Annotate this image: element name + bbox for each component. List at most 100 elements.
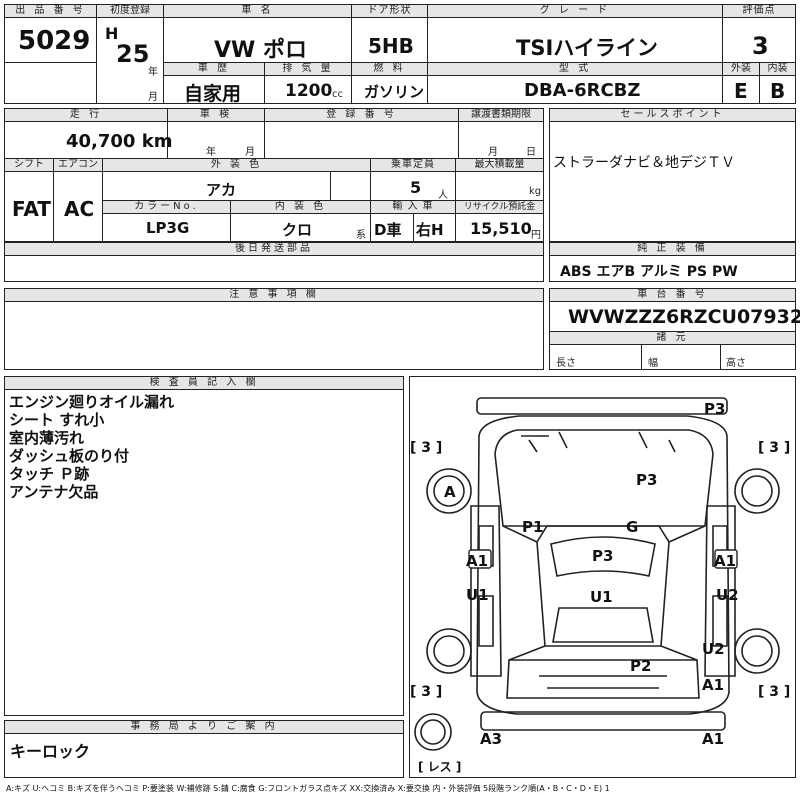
capacity: 5	[410, 178, 422, 197]
fuel-header: 燃 料	[352, 63, 427, 76]
registration-year: 25	[116, 40, 150, 68]
damage-mark: A1	[466, 552, 489, 570]
car-diagram	[414, 397, 780, 751]
interior-color-suffix: 系	[356, 230, 366, 241]
damage-mark: A1	[714, 552, 737, 570]
damage-mark: P3	[636, 471, 658, 489]
spare-tire-status: [ レス ]	[418, 760, 462, 774]
equipment-list: ABS エアB アルミ PS PW	[560, 264, 738, 280]
office-header: 事 務 局 よ り ご 案 内	[5, 721, 403, 734]
inspector-note: タッチ Ｐ跡	[9, 465, 90, 483]
office-note: キーロック	[10, 742, 91, 761]
history-header: 車 歴	[164, 63, 264, 76]
displacement-header: 排 気 量	[265, 63, 351, 76]
lot-number-header: 出 品 番 号	[5, 5, 96, 18]
inspector-note: エンジン廻りオイル漏れ	[9, 393, 175, 411]
inspection-month-unit: 月	[245, 147, 255, 158]
door-header: ドア形状	[352, 5, 427, 18]
tire-tread-front-left: [ 3 ]	[410, 440, 443, 456]
first-registration-header: 初度登録	[97, 5, 163, 18]
displacement: 1200	[285, 81, 333, 101]
car-name: VW ポロ	[214, 38, 307, 63]
damage-mark: A1	[702, 730, 725, 748]
damage-mark: P3	[592, 547, 614, 565]
damage-mark: G	[626, 518, 639, 536]
interior-color: クロ	[282, 221, 313, 239]
transfer-deadline-header: 譲渡書類期限	[459, 109, 543, 122]
recycle-unit: 円	[531, 230, 541, 241]
import-d-car: D車	[374, 221, 402, 239]
grade: TSIハイライン	[516, 36, 658, 60]
interior-grade: B	[770, 79, 786, 103]
height-label: 高さ	[726, 358, 746, 369]
equipment-header: 純 正 装 備	[550, 243, 795, 256]
tire-tread-front-right: [ 3 ]	[758, 440, 791, 456]
interior-color-header: 内 装 色	[231, 201, 370, 214]
ac-header: エアコン	[54, 159, 102, 172]
damage-mark: P2	[630, 657, 652, 675]
recycle-header: リサイクル預託金	[456, 201, 543, 214]
damage-mark: U2	[702, 640, 725, 658]
cabin-outline	[536, 525, 670, 647]
damage-mark: A	[444, 483, 456, 501]
cc-unit: cc	[332, 89, 343, 100]
capacity-unit: 人	[438, 190, 448, 201]
tire-tread-rear-right: [ 3 ]	[758, 684, 791, 700]
sales-point: ストラーダナビ＆地デジＴＶ	[553, 155, 735, 171]
inspection-year-unit: 年	[206, 147, 216, 158]
legend: A:キズ U:ヘコミ B:キズを伴うヘコミ P:要塗装 W:補修跡 S:錆 C:…	[6, 784, 610, 793]
grade-header: グ レ ー ド	[428, 5, 722, 18]
body-outline	[476, 415, 730, 715]
length-label: 長さ	[556, 358, 576, 369]
mileage-header: 走 行	[5, 109, 167, 122]
month-unit: 月	[148, 92, 158, 103]
inspector-note: ダッシュ板のり付	[9, 447, 130, 465]
details-table	[4, 108, 544, 242]
recycle-deposit: 15,510	[470, 219, 532, 238]
max-load-unit: kg	[529, 186, 542, 197]
lot-number: 5029	[18, 26, 91, 56]
damage-mark: U1	[590, 588, 613, 606]
notes-header: 注 意 事 項 欄	[5, 289, 543, 302]
ac-type: AC	[64, 197, 95, 221]
inspector-note: アンテナ欠品	[9, 483, 99, 501]
damage-mark: A3	[480, 730, 503, 748]
color-no-header: カラーNo.	[103, 201, 230, 214]
plate-header: 登 録 番 号	[265, 109, 458, 122]
door-type: 5HB	[368, 34, 414, 58]
interior-header: 内装	[760, 63, 795, 76]
damage-mark: P1	[522, 518, 544, 536]
model-code: DBA-6RCBZ	[524, 80, 641, 101]
color-header: 外 装 色	[103, 159, 370, 172]
chassis-header: 車 台 番 号	[550, 289, 795, 302]
inspector-note: シート すれ小	[9, 411, 105, 429]
inspector-header: 検 査 員 記 入 欄	[5, 377, 403, 390]
trunk-outline	[506, 659, 700, 699]
car-name-header: 車 名	[164, 5, 351, 18]
damage-mark: P3	[704, 400, 726, 418]
exterior-header: 外装	[723, 63, 759, 76]
exterior-grade: E	[734, 79, 748, 103]
inspection-header: 車 検	[168, 109, 264, 122]
model-header: 型 式	[428, 63, 722, 76]
front-bumper-outline	[476, 397, 728, 415]
mileage: 40,700 km	[66, 131, 173, 152]
damage-mark: A1	[702, 676, 725, 694]
max-load-header: 最大積載量	[456, 159, 543, 172]
transfer-month-unit: 月	[488, 147, 498, 158]
width-label: 幅	[648, 358, 658, 369]
color-number: LP3G	[146, 219, 190, 237]
sales-point-header: セールスポイント	[550, 109, 795, 122]
sales-point-box	[549, 108, 796, 242]
shift-header: シフト	[5, 159, 53, 172]
tire-tread-rear-left: [ 3 ]	[410, 684, 443, 700]
capacity-header: 乗車定員	[371, 159, 455, 172]
score-header: 評価点	[723, 5, 795, 18]
inspector-note: 室内薄汚れ	[9, 429, 85, 447]
damage-mark: U1	[466, 586, 489, 604]
year-unit: 年	[148, 67, 158, 78]
inspector-notes: エンジン廻りオイル漏れ シート すれ小 室内薄汚れ ダッシュ板のり付 タッチ Ｐ…	[9, 393, 174, 501]
damage-mark: U2	[716, 586, 739, 604]
dimensions-header: 諸 元	[550, 332, 795, 345]
fuel-type: ガソリン	[364, 83, 425, 101]
